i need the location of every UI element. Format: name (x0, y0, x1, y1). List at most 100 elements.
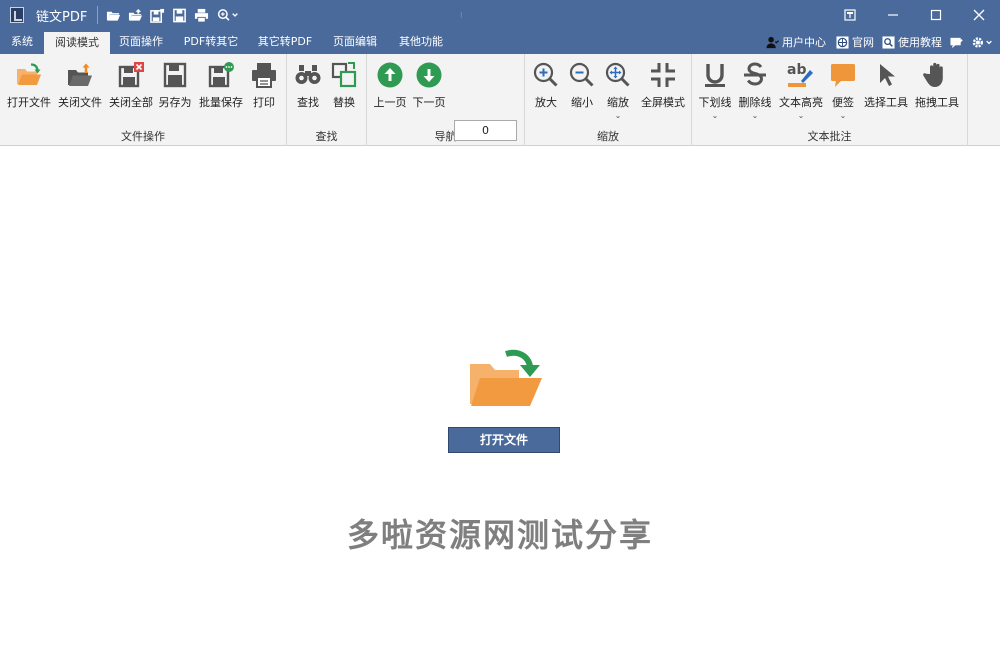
zoom-out-icon (567, 60, 597, 90)
underline-label: 下划线 (698, 96, 732, 109)
chevron-down-icon: ⌄ (839, 111, 847, 120)
tutorial-link[interactable]: 使用教程 (882, 33, 942, 51)
close-icon[interactable] (957, 0, 1000, 30)
watermark-text: 多啦资源网测试分享 (346, 516, 653, 554)
strikethrough-icon (740, 60, 770, 90)
group-label-find: 查找 (315, 130, 338, 143)
search-help-icon (882, 35, 895, 49)
website-label: 官网 (852, 36, 874, 49)
close-all-button[interactable]: 关闭全部 (108, 60, 154, 110)
prev-page-button[interactable]: 上一页 (373, 60, 407, 110)
minimize-icon[interactable] (871, 0, 914, 30)
binoculars-icon (293, 60, 323, 90)
fullscreen-label: 全屏模式 (641, 96, 685, 109)
folder-close-icon (65, 60, 95, 90)
next-page-label: 下一页 (412, 96, 446, 109)
zoom-fit-icon (603, 60, 633, 90)
folder-export-icon[interactable] (128, 8, 143, 23)
zoom-in-icon (531, 60, 561, 90)
chevron-down-icon: ⌄ (614, 111, 622, 120)
find-label: 查找 (297, 96, 319, 109)
replace-button[interactable]: 替换 (329, 60, 359, 110)
print-icon[interactable] (194, 8, 209, 23)
zoom-in-label: 放大 (535, 96, 557, 109)
open-file-main-button[interactable]: 打开文件 (448, 427, 560, 453)
tab-system[interactable]: 系统 (0, 30, 44, 54)
user-center-link[interactable]: 用户中心 (766, 33, 826, 51)
zoom-icon[interactable] (216, 8, 240, 23)
pin-icon[interactable] (828, 0, 871, 30)
page-number-input[interactable]: 0 (454, 120, 517, 141)
group-find: 查找 替换 查找 (287, 54, 367, 146)
zoom-dropdown-button[interactable]: 缩放 ⌄ (603, 60, 633, 120)
open-file-button[interactable]: 打开文件 (6, 60, 52, 110)
strikethrough-label: 删除线 (738, 96, 772, 109)
arrow-up-icon (375, 60, 405, 90)
zoom-dropdown-label: 缩放 (607, 96, 629, 109)
open-folder-icon[interactable] (468, 348, 544, 410)
group-label-zoom: 缩放 (597, 130, 619, 143)
user-center-label: 用户中心 (782, 36, 826, 49)
sticky-note-label: 便签 (832, 96, 854, 109)
maximize-icon[interactable] (914, 0, 957, 30)
batch-save-button[interactable]: 批量保存 (196, 60, 246, 110)
close-file-label: 关闭文件 (58, 96, 102, 109)
open-file-label: 打开文件 (7, 96, 51, 109)
group-text-annotation: 下划线 ⌄ 删除线 ⌄ ab 文本高亮 ⌄ 便签 ⌄ 选择工具 拖拽工具 文本批… (692, 54, 968, 146)
quick-access-divider (97, 6, 99, 24)
arrow-down-icon (414, 60, 444, 90)
tab-page-edit[interactable]: 页面编辑 (324, 30, 386, 54)
replace-icon (329, 60, 359, 90)
save-as-icon (160, 60, 190, 90)
hand-icon (922, 60, 952, 90)
save-icon[interactable] (172, 8, 187, 23)
app-title: 链文PDF (36, 9, 88, 25)
prev-page-label: 上一页 (373, 96, 407, 109)
fullscreen-button[interactable]: 全屏模式 (639, 60, 687, 110)
print-label: 打印 (253, 96, 275, 109)
find-button[interactable]: 查找 (293, 60, 323, 110)
print-button[interactable]: 打印 (248, 60, 280, 110)
tab-other-functions[interactable]: 其他功能 (390, 30, 452, 54)
highlighter-icon: ab (786, 60, 816, 90)
feedback-icon[interactable] (950, 33, 966, 51)
settings-gear-icon[interactable] (971, 33, 998, 51)
folder-open-icon[interactable] (106, 8, 121, 23)
text-highlight-button[interactable]: ab 文本高亮 ⌄ (776, 60, 826, 120)
tab-page-operations[interactable]: 页面操作 (110, 30, 172, 54)
folder-open-icon (14, 60, 44, 90)
quick-access-toolbar (106, 8, 247, 23)
batch-save-icon (206, 60, 236, 90)
tab-other-to-pdf[interactable]: 其它转PDF (250, 30, 320, 54)
tab-reading-mode[interactable]: 阅读模式 (44, 30, 110, 54)
sticky-note-icon (828, 60, 858, 90)
select-tool-button[interactable]: 选择工具 (862, 60, 910, 110)
strikethrough-button[interactable]: 删除线 ⌄ (736, 60, 774, 120)
group-label-file-operations: 文件操作 (121, 130, 165, 143)
tab-pdf-to-other[interactable]: PDF转其它 (176, 30, 246, 54)
svg-text:ab: ab (787, 62, 806, 78)
replace-label: 替换 (333, 96, 355, 109)
drag-tool-label: 拖拽工具 (915, 96, 959, 109)
next-page-button[interactable]: 下一页 (412, 60, 446, 110)
group-label-text-annotation: 文本批注 (807, 130, 852, 143)
save-as-button[interactable]: 另存为 (156, 60, 194, 110)
zoom-in-button[interactable]: 放大 (531, 60, 561, 110)
underline-button[interactable]: 下划线 ⌄ (696, 60, 734, 120)
cursor-arrow-icon (871, 60, 901, 90)
fullscreen-icon (648, 60, 678, 90)
title-separator-dot: ⁝ (460, 11, 463, 20)
batch-save-label: 批量保存 (199, 96, 243, 109)
close-all-label: 关闭全部 (109, 96, 153, 109)
chevron-down-icon: ⌄ (751, 111, 759, 120)
print-icon (249, 60, 279, 90)
zoom-out-button[interactable]: 缩小 (567, 60, 597, 110)
zoom-out-label: 缩小 (571, 96, 593, 109)
app-logo-icon (10, 7, 24, 23)
sticky-note-button[interactable]: 便签 ⌄ (828, 60, 858, 120)
chevron-down-icon: ⌄ (797, 111, 805, 120)
close-file-button[interactable]: 关闭文件 (56, 60, 104, 110)
save-all-icon[interactable] (150, 8, 165, 23)
website-link[interactable]: 官网 (836, 33, 874, 51)
drag-tool-button[interactable]: 拖拽工具 (912, 60, 962, 110)
